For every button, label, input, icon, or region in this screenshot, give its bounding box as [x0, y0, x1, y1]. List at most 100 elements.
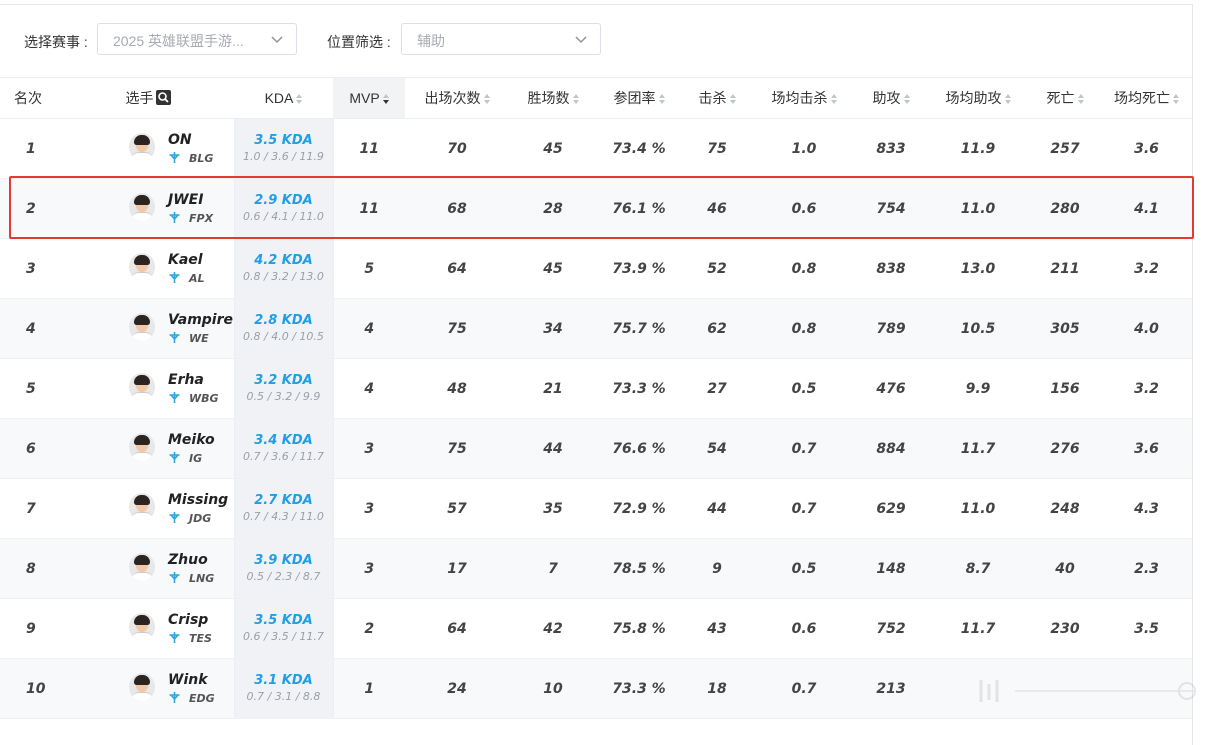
sort-icon[interactable] [658, 93, 665, 105]
player-cell[interactable]: Zhuo LNG [62, 538, 234, 599]
kp-cell: 73.3 % [597, 658, 681, 719]
col-assists[interactable]: 助攻 [855, 77, 927, 119]
player-cell[interactable]: ON BLG [62, 118, 234, 179]
deaths-cell: 305 [1029, 298, 1101, 359]
player-cell[interactable]: Erha WBG [62, 358, 234, 419]
support-role-icon [169, 512, 180, 523]
avg-kills-cell: 0.6 [753, 598, 855, 659]
kda-cell: 3.1 KDA 0.7 / 3.1 / 8.8 [233, 658, 334, 719]
avg-assists-cell: 9.9 [927, 358, 1029, 419]
kda-cell: 3.9 KDA 0.5 / 2.3 / 8.7 [233, 538, 334, 599]
player-name[interactable]: Vampire [168, 312, 233, 328]
kda-cell: 3.4 KDA 0.7 / 3.6 / 11.7 [233, 418, 334, 479]
assists-cell: 838 [855, 238, 927, 299]
games-cell: 75 [405, 418, 509, 479]
deaths-cell: 248 [1029, 478, 1101, 539]
table-row[interactable]: 6 Meiko IG 3.4 KDA 0.7 / 3.6 / 11.7 3 75 … [0, 418, 1192, 479]
player-name[interactable]: Kael [168, 252, 203, 268]
event-select[interactable]: 2025 英雄联盟手游... [97, 23, 297, 55]
player-cell[interactable]: Crisp TES [62, 598, 234, 659]
games-cell: 17 [405, 538, 509, 599]
kp-cell: 76.1 % [597, 178, 681, 239]
sort-icon[interactable] [830, 93, 837, 105]
col-avg-deaths[interactable]: 场均死亡 [1101, 77, 1192, 119]
player-cell[interactable]: Vampire WE [62, 298, 234, 359]
games-cell: 48 [405, 358, 509, 419]
avg-deaths-cell: 3.6 [1101, 418, 1192, 479]
col-mvp[interactable]: MVP [333, 77, 405, 119]
rank-cell: 1 [0, 118, 62, 179]
player-avatar [129, 373, 155, 401]
avg-assists-cell: 10.5 [927, 298, 1029, 359]
chevron-down-icon [271, 36, 283, 44]
avg-kills-cell: 0.7 [753, 658, 855, 719]
col-rank: 名次 [0, 77, 62, 119]
player-stats-table: 名次 选手 KDA MVP 出场次数 胜场数 参团率 击杀 场均击杀 助攻 场均… [0, 77, 1192, 719]
sort-icon[interactable] [903, 93, 910, 105]
col-wins[interactable]: 胜场数 [509, 77, 597, 119]
position-select[interactable]: 辅助 [401, 23, 601, 55]
col-deaths[interactable]: 死亡 [1029, 77, 1101, 119]
player-team: EDG [189, 692, 215, 705]
sort-icon[interactable] [729, 93, 736, 105]
col-kills[interactable]: 击杀 [681, 77, 753, 119]
table-row[interactable]: 7 Missing JDG 2.7 KDA 0.7 / 4.3 / 11.0 3 … [0, 478, 1192, 539]
sort-icon[interactable] [572, 93, 579, 105]
kda-cell: 2.9 KDA 0.6 / 4.1 / 11.0 [233, 178, 334, 239]
col-kda[interactable]: KDA [234, 77, 333, 119]
sort-icon[interactable] [1004, 93, 1011, 105]
mvp-cell: 2 [333, 598, 405, 659]
player-cell[interactable]: Meiko IG [62, 418, 234, 479]
col-avg-assists[interactable]: 场均助攻 [927, 77, 1029, 119]
player-cell[interactable]: Kael AL [62, 238, 234, 299]
avg-assists-cell: 11.9 [927, 118, 1029, 179]
col-games[interactable]: 出场次数 [405, 77, 509, 119]
table-row[interactable]: 9 Crisp TES 3.5 KDA 0.6 / 3.5 / 11.7 2 64… [0, 598, 1192, 659]
table-row[interactable]: 5 Erha WBG 3.2 KDA 0.5 / 3.2 / 9.9 4 48 2… [0, 358, 1192, 419]
kp-cell: 73.4 % [597, 118, 681, 179]
player-team: AL [189, 272, 205, 285]
table-row[interactable]: 1 ON BLG 3.5 KDA 1.0 / 3.6 / 11.9 11 70 4… [0, 118, 1192, 179]
sort-icon[interactable] [1077, 93, 1084, 105]
support-role-icon [169, 572, 180, 583]
support-role-icon [169, 272, 180, 283]
player-cell[interactable]: JWEI FPX [62, 178, 234, 239]
player-name[interactable]: Crisp [168, 612, 208, 628]
player-name[interactable]: JWEI [168, 192, 203, 208]
kills-cell: 44 [681, 478, 753, 539]
player-cell[interactable]: Missing JDG [62, 478, 234, 539]
sort-icon[interactable] [1173, 93, 1179, 105]
sort-icon[interactable] [483, 93, 490, 105]
table-row[interactable]: 8 Zhuo LNG 3.9 KDA 0.5 / 2.3 / 8.7 3 17 7… [0, 538, 1192, 599]
kda-cell: 3.5 KDA 1.0 / 3.6 / 11.9 [233, 118, 334, 179]
player-name[interactable]: Missing [168, 492, 228, 508]
player-cell[interactable]: Wink EDG [62, 658, 234, 719]
assists-cell: 629 [855, 478, 927, 539]
deaths-cell: 211 [1029, 238, 1101, 299]
player-name[interactable]: Erha [168, 372, 204, 388]
player-name[interactable]: Zhuo [168, 552, 208, 568]
table-row[interactable]: 4 Vampire WE 2.8 KDA 0.8 / 4.0 / 10.5 4 7… [0, 298, 1192, 359]
player-name[interactable]: Wink [168, 672, 208, 688]
sort-icon[interactable] [296, 93, 303, 105]
games-cell: 57 [405, 478, 509, 539]
col-avg-kills[interactable]: 场均击杀 [753, 77, 855, 119]
player-name[interactable]: ON [168, 132, 192, 148]
sort-desc-icon[interactable] [382, 93, 389, 105]
table-row[interactable]: 3 Kael AL 4.2 KDA 0.8 / 3.2 / 13.0 5 64 4… [0, 238, 1192, 299]
col-kp[interactable]: 参团率 [597, 77, 681, 119]
kda-cell: 4.2 KDA 0.8 / 3.2 / 13.0 [233, 238, 334, 299]
wins-cell: 10 [509, 658, 597, 719]
kda-cell: 2.7 KDA 0.7 / 4.3 / 11.0 [233, 478, 334, 539]
player-avatar [129, 613, 155, 641]
deaths-cell: 40 [1029, 538, 1101, 599]
search-icon[interactable] [155, 90, 171, 105]
col-player[interactable]: 选手 [62, 77, 234, 119]
player-name[interactable]: Meiko [168, 432, 215, 448]
wins-cell: 21 [509, 358, 597, 419]
avg-assists-cell: 8.7 [927, 538, 1029, 599]
avg-deaths-cell: 4.0 [1101, 298, 1192, 359]
avg-assists-cell: 11.0 [927, 478, 1029, 539]
wins-cell: 45 [509, 238, 597, 299]
table-row[interactable]: 2 JWEI FPX 2.9 KDA 0.6 / 4.1 / 11.0 11 68… [0, 178, 1192, 239]
